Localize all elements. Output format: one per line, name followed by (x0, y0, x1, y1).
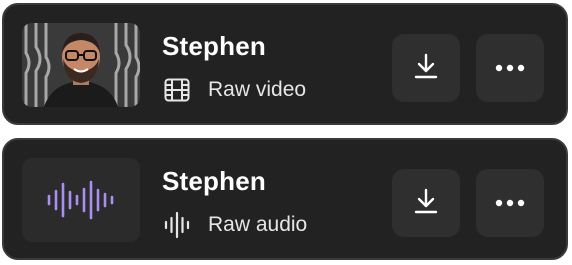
more-icon (495, 59, 525, 77)
audio-thumbnail[interactable] (22, 158, 140, 242)
video-thumbnail[interactable] (22, 23, 140, 107)
media-type-label: Raw audio (208, 213, 308, 236)
media-type-label: Raw video (208, 78, 307, 101)
audio-wave-icon (162, 210, 192, 240)
more-options-button[interactable] (476, 169, 544, 237)
media-title: Stephen (162, 31, 266, 61)
media-title: Stephen (162, 166, 266, 196)
media-type: Raw audio (162, 210, 307, 240)
media-list: Stephen Raw video Stephen Raw audio (0, 0, 572, 265)
download-icon (412, 52, 440, 85)
download-icon (412, 187, 440, 220)
more-icon (495, 194, 525, 212)
waveform-icon (47, 180, 114, 220)
media-type: Raw video (162, 75, 306, 105)
film-icon (162, 75, 192, 105)
person-thumbnail-image (22, 23, 140, 107)
media-card-video[interactable]: Stephen Raw video (2, 3, 568, 125)
media-card-audio[interactable]: Stephen Raw audio (2, 138, 568, 260)
download-button[interactable] (392, 169, 460, 237)
download-button[interactable] (392, 34, 460, 102)
more-options-button[interactable] (476, 34, 544, 102)
